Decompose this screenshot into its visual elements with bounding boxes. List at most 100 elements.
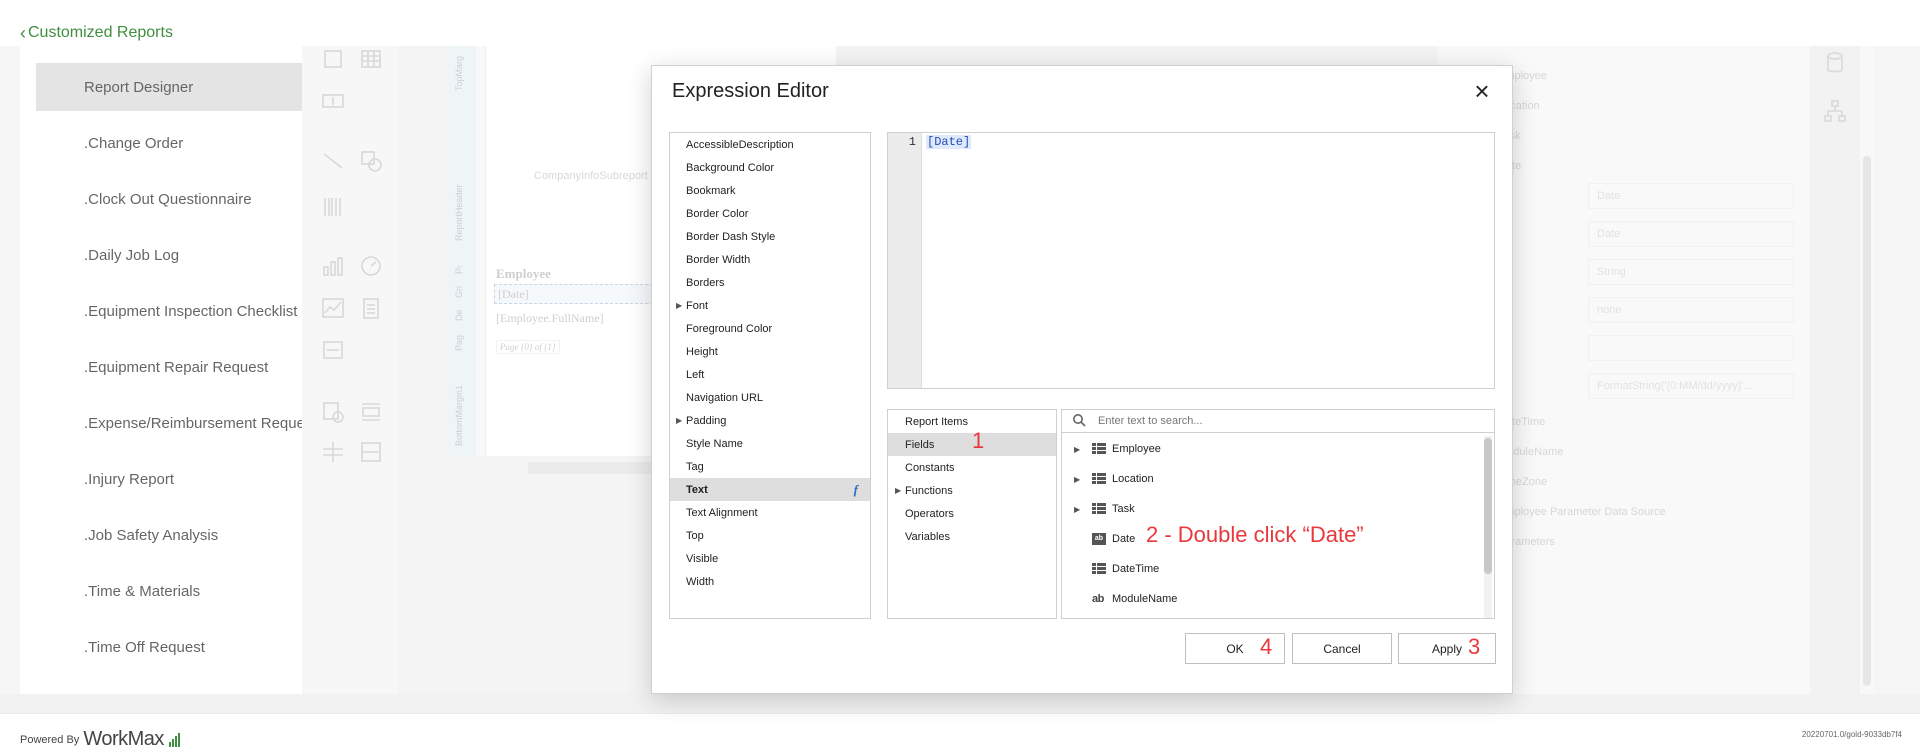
field-item-label: Task xyxy=(1112,503,1135,515)
property-item[interactable]: Left xyxy=(670,363,870,386)
workmax-logo-bars-icon xyxy=(168,732,180,747)
expand-triangle-icon[interactable]: ▶ xyxy=(1074,475,1080,484)
close-icon[interactable]: × xyxy=(1470,78,1494,104)
property-item[interactable]: Borders xyxy=(670,271,870,294)
expand-triangle-icon[interactable]: ▶ xyxy=(895,486,901,495)
property-item-label: AccessibleDescription xyxy=(686,138,794,151)
property-item-text-selected[interactable]: Text f xyxy=(670,478,870,501)
apply-button-label: Apply xyxy=(1431,641,1463,656)
property-item-label: Visible xyxy=(686,552,719,565)
step-2-annotation: 2 - Double click “Date” xyxy=(1146,522,1364,547)
step-1-annotation: 1 xyxy=(972,428,985,453)
field-item-datetime[interactable]: DateTime xyxy=(1062,554,1482,584)
property-item[interactable]: Navigation URL xyxy=(670,386,870,409)
fields-list: ▶ Employee ▶ Location ▶ Task ab Date Dat… xyxy=(1061,409,1495,619)
field-item-location[interactable]: ▶ Location xyxy=(1062,464,1482,494)
field-item-label: DateTime xyxy=(1112,563,1160,575)
property-item[interactable]: Border Dash Style xyxy=(670,225,870,248)
expand-triangle-icon[interactable]: ▶ xyxy=(1074,505,1080,514)
step-4-annotation: 4 xyxy=(1260,634,1273,659)
cancel-button-label: Cancel xyxy=(1323,641,1361,656)
property-item-label: Borders xyxy=(686,276,725,289)
footer: Powered By WorkMax 20220701.0/gold-9033d… xyxy=(0,713,1920,753)
dialog-title: Expression Editor xyxy=(672,80,829,102)
category-functions[interactable]: ▶ Functions xyxy=(888,479,1056,502)
category-label: Functions xyxy=(905,484,953,497)
property-item-label: Padding xyxy=(686,414,727,427)
field-item-employee[interactable]: ▶ Employee xyxy=(1062,434,1482,464)
cancel-button[interactable]: Cancel xyxy=(1292,633,1392,664)
property-item[interactable]: Text Alignment xyxy=(670,501,870,524)
table-icon xyxy=(1092,563,1106,575)
field-item-label: Location xyxy=(1112,473,1154,485)
date-icon: ab xyxy=(1092,533,1106,545)
expand-triangle-icon[interactable]: ▶ xyxy=(676,301,682,310)
field-search xyxy=(1062,410,1494,433)
property-item[interactable]: Bookmark xyxy=(670,179,870,202)
property-item-label: Bookmark xyxy=(686,184,736,197)
property-item[interactable]: Border Color xyxy=(670,202,870,225)
chevron-left-icon: ‹ xyxy=(20,23,26,43)
property-item-label: Border Dash Style xyxy=(686,230,776,243)
field-item-label: Date xyxy=(1112,533,1136,545)
table-icon xyxy=(1092,503,1106,515)
line-number-gutter: 1 xyxy=(888,133,922,388)
property-item-label: Border Color xyxy=(686,207,749,220)
property-item-label: Height xyxy=(686,345,718,358)
expression-code-editor[interactable]: 1 [Date] xyxy=(887,132,1495,389)
field-item-task[interactable]: ▶ Task xyxy=(1062,494,1482,524)
property-item-padding[interactable]: ▶ Padding xyxy=(670,409,870,432)
text-field-icon: ab xyxy=(1092,593,1104,605)
category-constants[interactable]: Constants xyxy=(888,456,1056,479)
property-list: AccessibleDescription Background Color B… xyxy=(669,132,871,619)
property-item[interactable]: AccessibleDescription xyxy=(670,133,870,156)
property-item[interactable]: Background Color xyxy=(670,156,870,179)
category-operators[interactable]: Operators xyxy=(888,502,1056,525)
property-item[interactable]: Border Width xyxy=(670,248,870,271)
apply-button[interactable]: Apply xyxy=(1398,633,1496,664)
fields-scrollbar-thumb[interactable] xyxy=(1484,438,1492,574)
property-item[interactable]: Style Name xyxy=(670,432,870,455)
version-string: 20220701.0/gold-9033db7f4 xyxy=(1801,730,1902,739)
search-input[interactable] xyxy=(1098,415,1478,427)
expression-code[interactable]: [Date] xyxy=(926,135,972,149)
top-bar: ‹ Customized Reports xyxy=(0,0,1920,46)
category-variables[interactable]: Variables xyxy=(888,525,1056,548)
property-item[interactable]: Tag xyxy=(670,455,870,478)
property-item[interactable]: Top xyxy=(670,524,870,547)
expand-triangle-icon[interactable]: ▶ xyxy=(676,416,682,425)
property-item-font[interactable]: ▶ Font xyxy=(670,294,870,317)
property-item-label: Background Color xyxy=(686,161,775,174)
property-item-label: Text xyxy=(686,483,708,496)
function-badge-icon: f xyxy=(853,481,858,497)
table-icon xyxy=(1092,443,1106,455)
property-item-label: Text Alignment xyxy=(686,506,758,519)
back-to-customized-reports-link[interactable]: ‹ Customized Reports xyxy=(20,24,173,42)
property-item[interactable]: Foreground Color xyxy=(670,317,870,340)
property-item-label: Style Name xyxy=(686,437,743,450)
table-icon xyxy=(1092,473,1106,485)
property-item[interactable]: Visible xyxy=(670,547,870,570)
property-item[interactable]: Height xyxy=(670,340,870,363)
fields-scrollbar[interactable] xyxy=(1484,436,1492,618)
workmax-logo: WorkMax xyxy=(83,728,164,750)
expand-triangle-icon[interactable]: ▶ xyxy=(1074,445,1080,454)
property-item[interactable]: Width xyxy=(670,570,870,593)
powered-by: Powered By WorkMax xyxy=(20,728,180,751)
property-item-label: Font xyxy=(686,299,709,312)
expression-editor-dialog: Expression Editor × AccessibleDescriptio… xyxy=(651,65,1513,694)
property-item-label: Width xyxy=(686,575,715,588)
step-3-annotation: 3 xyxy=(1468,634,1481,659)
line-number: 1 xyxy=(908,135,916,149)
powered-by-label: Powered By xyxy=(20,733,80,746)
ok-button-label: OK xyxy=(1226,641,1244,656)
property-item-label: Top xyxy=(686,529,704,542)
field-item-modulename[interactable]: ab ModuleName xyxy=(1062,584,1482,614)
field-item-label: Employee xyxy=(1112,443,1161,455)
property-item-label: Navigation URL xyxy=(686,391,764,404)
search-icon xyxy=(1072,413,1088,429)
property-item-label: Tag xyxy=(686,460,704,473)
property-item-label: Foreground Color xyxy=(686,322,773,335)
property-item-label: Left xyxy=(686,368,705,381)
field-item-label: ModuleName xyxy=(1112,593,1178,605)
